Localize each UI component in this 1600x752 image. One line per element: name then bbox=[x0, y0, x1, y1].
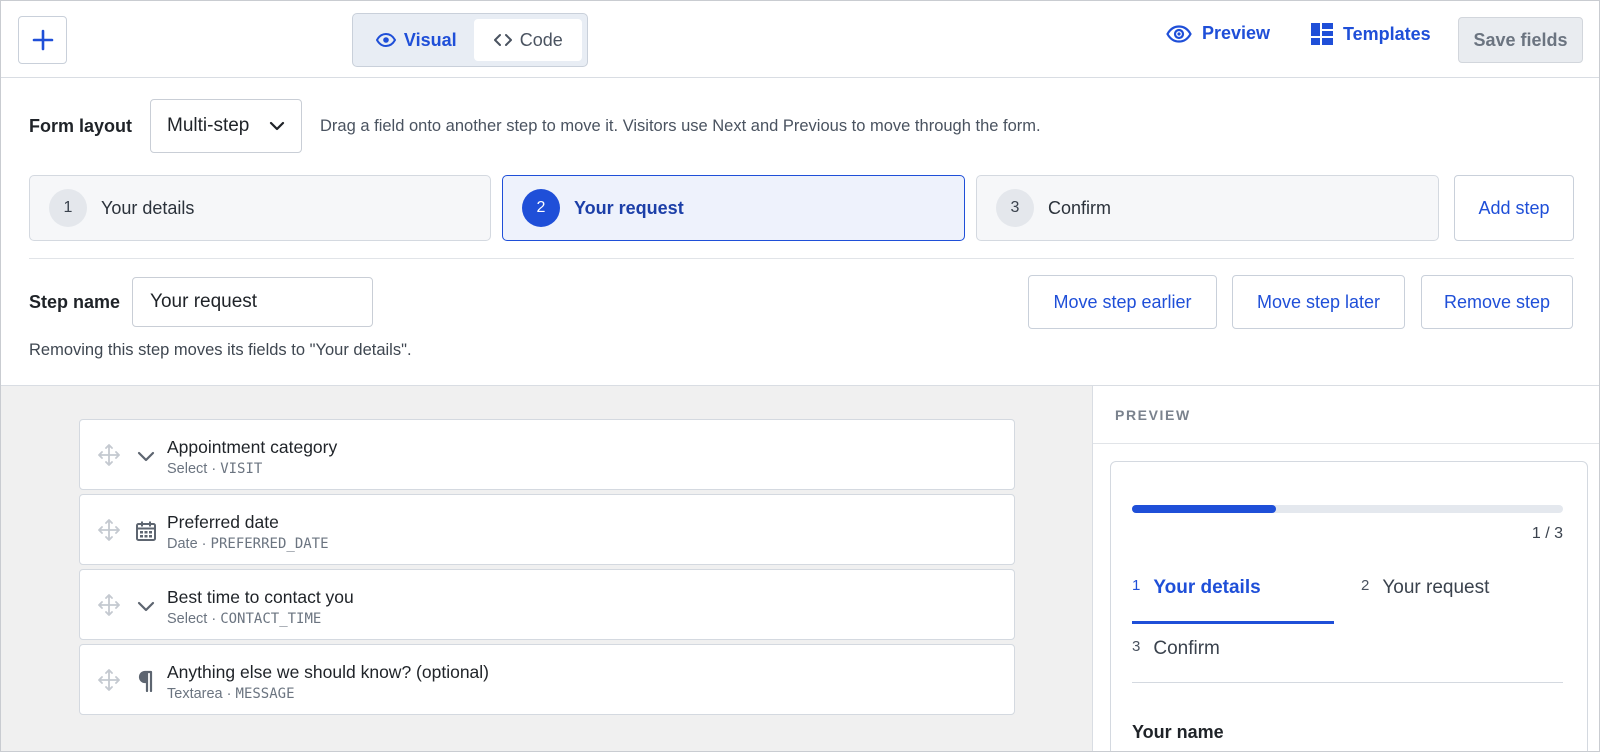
field-meta: Date · PREFERRED_DATE bbox=[167, 536, 329, 552]
field-type: Date bbox=[167, 536, 198, 552]
code-mode-label: Code bbox=[519, 29, 563, 50]
step-tab-your-details[interactable]: 1 Your details bbox=[29, 175, 491, 241]
progress-bar-fill bbox=[1132, 505, 1276, 513]
field-title: Anything else we should know? (optional) bbox=[167, 662, 489, 682]
field-key: MESSAGE bbox=[235, 686, 295, 702]
field-key: PREFERRED_DATE bbox=[210, 536, 329, 552]
view-mode-toggle: Visual Code bbox=[352, 13, 588, 67]
field-meta: Select · CONTACT_TIME bbox=[167, 611, 322, 627]
form-builder: Visual Code Preview Templates Save field… bbox=[0, 0, 1600, 752]
preview-field-label: Your name bbox=[1132, 722, 1224, 742]
add-step-button[interactable]: Add step bbox=[1454, 175, 1574, 241]
remove-step-button[interactable]: Remove step bbox=[1421, 275, 1573, 329]
divider bbox=[29, 258, 1574, 259]
add-field-button[interactable] bbox=[18, 16, 67, 64]
preview-tab-number: 3 bbox=[1132, 638, 1141, 655]
step-tab-your-request[interactable]: 2 Your request bbox=[502, 175, 965, 241]
preview-tab-label: Your details bbox=[1153, 577, 1261, 598]
field-card-preferred-date[interactable]: Preferred date Date · PREFERRED_DATE bbox=[79, 494, 1015, 565]
move-step-later-button[interactable]: Move step later bbox=[1232, 275, 1405, 329]
move-step-earlier-button[interactable]: Move step earlier bbox=[1028, 275, 1217, 329]
field-type: Select bbox=[167, 611, 208, 627]
step-list: 1 Your details 2 Your request 3 Confirm … bbox=[29, 175, 1574, 241]
form-layout-hint: Drag a field onto another step to move i… bbox=[320, 116, 1041, 135]
code-mode-button[interactable]: Code bbox=[474, 19, 582, 61]
field-type: Select bbox=[167, 461, 208, 477]
step-number: 3 bbox=[996, 189, 1034, 227]
preview-tab-your-request[interactable]: 2 Your request bbox=[1361, 577, 1489, 599]
form-layout-row: Form layout Multi-step Drag a field onto… bbox=[29, 99, 1041, 153]
step-number: 2 bbox=[522, 189, 560, 227]
field-card-best-time-to-contact[interactable]: Best time to contact you Select · CONTAC… bbox=[79, 569, 1015, 640]
plus-icon bbox=[32, 29, 53, 51]
field-meta: Textarea · MESSAGE bbox=[167, 686, 295, 702]
preview-label: Preview bbox=[1202, 23, 1271, 43]
drag-handle-icon[interactable] bbox=[98, 444, 120, 466]
preview-tabs-divider bbox=[1132, 682, 1563, 683]
step-label: Your details bbox=[101, 197, 195, 218]
step-number: 1 bbox=[49, 189, 87, 227]
step-tab-confirm[interactable]: 3 Confirm bbox=[976, 175, 1439, 241]
visual-mode-button[interactable]: Visual bbox=[358, 19, 474, 61]
field-key: CONTACT_TIME bbox=[220, 611, 322, 627]
pilcrow-icon bbox=[134, 669, 158, 693]
progress-count: 1 / 3 bbox=[1531, 525, 1563, 542]
save-fields-button[interactable]: Save fields bbox=[1458, 17, 1583, 63]
progress-bar bbox=[1132, 505, 1563, 513]
eye-icon bbox=[1166, 24, 1192, 43]
drag-handle-icon[interactable] bbox=[98, 519, 120, 541]
preview-tab-number: 2 bbox=[1361, 577, 1370, 594]
step-label: Your request bbox=[574, 197, 684, 218]
preview-heading: PREVIEW bbox=[1093, 386, 1599, 444]
preview-tab-confirm[interactable]: 3 Confirm bbox=[1132, 638, 1220, 660]
preview-tab-your-details[interactable]: 1 Your details bbox=[1132, 577, 1261, 599]
active-tab-indicator bbox=[1132, 621, 1334, 624]
code-icon bbox=[493, 34, 512, 46]
field-card-anything-else[interactable]: Anything else we should know? (optional)… bbox=[79, 644, 1015, 715]
field-type: Textarea bbox=[167, 686, 223, 702]
preview-tab-number: 1 bbox=[1132, 577, 1141, 594]
step-name-input[interactable]: Your request bbox=[132, 277, 374, 327]
field-title: Best time to contact you bbox=[167, 587, 354, 607]
eye-icon bbox=[375, 33, 396, 47]
visual-mode-label: Visual bbox=[403, 29, 457, 50]
form-layout-value: Multi-step bbox=[167, 115, 250, 136]
templates-label: Templates bbox=[1343, 23, 1431, 44]
chevron-down-icon bbox=[134, 594, 158, 618]
preview-button[interactable]: Preview bbox=[1166, 23, 1270, 44]
field-meta: Select · VISIT bbox=[167, 461, 263, 477]
preview-tab-label: Confirm bbox=[1153, 638, 1220, 659]
toolbar: Visual Code Preview Templates Save field… bbox=[1, 1, 1599, 78]
form-layout-label: Form layout bbox=[29, 115, 133, 136]
form-layout-select[interactable]: Multi-step bbox=[150, 99, 303, 153]
remove-step-note: Removing this step moves its fields to "… bbox=[29, 341, 412, 359]
preview-form-card: 1 / 3 1 Your details 2 Your request 3 Co… bbox=[1110, 461, 1588, 751]
drag-handle-icon[interactable] bbox=[98, 669, 120, 691]
field-title: Appointment category bbox=[167, 437, 338, 457]
fields-canvas: Appointment category Select · VISIT Pref… bbox=[1, 385, 1092, 751]
templates-button[interactable]: Templates bbox=[1311, 23, 1431, 45]
preview-tab-label: Your request bbox=[1382, 577, 1490, 598]
drag-handle-icon[interactable] bbox=[98, 594, 120, 616]
chevron-down-icon bbox=[269, 121, 285, 131]
step-name-row: Step name Your request bbox=[29, 277, 374, 327]
step-name-label: Step name bbox=[29, 291, 121, 312]
field-title: Preferred date bbox=[167, 512, 279, 532]
templates-icon bbox=[1311, 23, 1333, 45]
field-key: VISIT bbox=[220, 461, 263, 477]
step-label: Confirm bbox=[1048, 197, 1112, 218]
chevron-down-icon bbox=[134, 444, 158, 468]
calendar-icon bbox=[134, 519, 158, 543]
field-card-appointment-category[interactable]: Appointment category Select · VISIT bbox=[79, 419, 1015, 490]
preview-panel: PREVIEW 1 / 3 1 Your details 2 Your requ… bbox=[1092, 385, 1599, 751]
